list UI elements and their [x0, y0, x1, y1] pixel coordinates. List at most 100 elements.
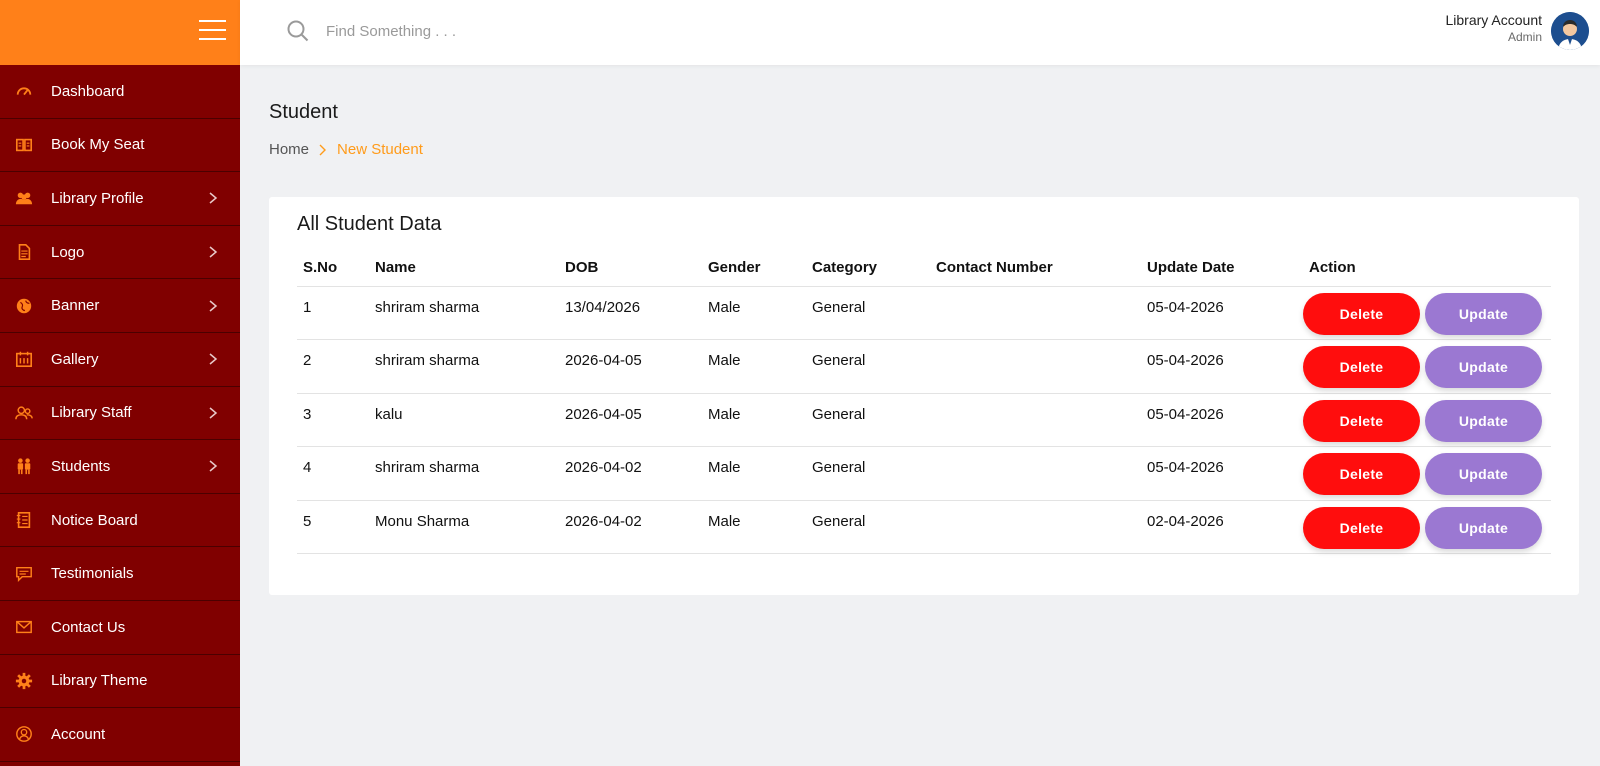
- table-row: 5 Monu Sharma 2026-04-02 Male General 02…: [297, 500, 1551, 554]
- account-icon: [14, 724, 34, 744]
- sidebar-item-label: Book My Seat: [51, 136, 145, 154]
- cell-actions: Delete Update: [1303, 339, 1551, 394]
- student-table: S.No Name DOB Gender Category Contact Nu…: [297, 249, 1551, 554]
- cell-gender: Male: [702, 286, 806, 340]
- cell-name: shriram sharma: [369, 286, 559, 340]
- sidebar-item-testimonials[interactable]: Testimonials: [0, 547, 240, 601]
- account-role: Admin: [1507, 30, 1542, 44]
- cell-contact: [930, 339, 1141, 394]
- sidebar-item-notice-board[interactable]: Notice Board: [0, 494, 240, 548]
- update-button[interactable]: Update: [1425, 399, 1542, 442]
- account-info[interactable]: Library Account Admin: [1446, 12, 1543, 46]
- breadcrumb: Home New Student: [269, 141, 423, 158]
- sidebar-item-label: Library Staff: [51, 404, 132, 422]
- sidebar-item-book-my-seat[interactable]: Book My Seat: [0, 119, 240, 173]
- delete-button[interactable]: Delete: [1303, 399, 1420, 442]
- chevron-right-icon: [319, 144, 327, 156]
- cell-category: General: [806, 286, 930, 340]
- chevron-right-icon: [208, 407, 218, 419]
- cell-update-date: 02-04-2026: [1141, 500, 1303, 554]
- sidebar-item-dashboard[interactable]: Dashboard: [0, 65, 240, 119]
- sidebar-item-library-profile[interactable]: Library Profile: [0, 172, 240, 226]
- sidebar-item-library-staff[interactable]: Library Staff: [0, 387, 240, 441]
- column-header-name: Name: [369, 249, 559, 287]
- sidebar-item-contact-us[interactable]: Contact Us: [0, 601, 240, 655]
- delete-button[interactable]: Delete: [1303, 506, 1420, 549]
- sidebar-item-students[interactable]: Students: [0, 440, 240, 494]
- cell-dob: 2026-04-05: [559, 339, 702, 394]
- cell-name: Monu Sharma: [369, 500, 559, 554]
- students-icon: [14, 456, 34, 476]
- sidebar-header: [0, 0, 240, 65]
- card-title: All Student Data: [297, 213, 442, 235]
- staff-icon: [14, 403, 34, 423]
- update-button[interactable]: Update: [1425, 346, 1542, 388]
- chevron-right-icon: [208, 192, 218, 205]
- notebook-icon: [14, 510, 34, 530]
- table-header-row: S.No Name DOB Gender Category Contact Nu…: [297, 249, 1551, 287]
- search-icon[interactable]: [286, 19, 310, 43]
- file-icon: [14, 242, 34, 262]
- cell-contact: [930, 286, 1141, 340]
- cell-category: General: [806, 446, 930, 501]
- sidebar-item-banner[interactable]: Banner: [0, 279, 240, 333]
- delete-button[interactable]: Delete: [1303, 346, 1420, 388]
- sidebar-item-account[interactable]: Account: [0, 708, 240, 762]
- cell-name: shriram sharma: [369, 446, 559, 501]
- cell-name: kalu: [369, 393, 559, 447]
- cell-dob: 13/04/2026: [559, 286, 702, 340]
- mail-icon: [14, 617, 34, 637]
- sidebar-item-label: Students: [51, 457, 111, 475]
- sidebar-item-label: Banner: [51, 297, 100, 315]
- chat-icon: [14, 564, 34, 584]
- column-header-action: Action: [1303, 249, 1551, 287]
- cell-update-date: 05-04-2026: [1141, 393, 1303, 447]
- sidebar-item-label: Gallery: [51, 350, 99, 368]
- sidebar-item-library-theme[interactable]: Library Theme: [0, 655, 240, 709]
- sidebar-item-label: Account: [51, 725, 106, 743]
- cell-actions: Delete Update: [1303, 393, 1551, 447]
- cell-update-date: 05-04-2026: [1141, 339, 1303, 394]
- delete-button[interactable]: Delete: [1303, 292, 1420, 335]
- cell-sno: 4: [297, 446, 369, 501]
- delete-button[interactable]: Delete: [1303, 453, 1420, 495]
- gear-icon: [14, 671, 34, 691]
- cell-dob: 2026-04-02: [559, 446, 702, 501]
- column-header-dob: DOB: [559, 249, 702, 287]
- chevron-right-icon: [208, 246, 218, 258]
- cell-contact: [930, 446, 1141, 501]
- column-header-gender: Gender: [702, 249, 806, 287]
- cell-gender: Male: [702, 393, 806, 447]
- column-header-category: Category: [806, 249, 930, 287]
- update-button[interactable]: Update: [1425, 506, 1542, 549]
- cell-category: General: [806, 393, 930, 447]
- column-header-sno: S.No: [297, 249, 369, 287]
- cell-update-date: 05-04-2026: [1141, 286, 1303, 340]
- cell-sno: 1: [297, 286, 369, 340]
- globe-icon: [14, 296, 34, 316]
- chevron-right-icon: [208, 300, 218, 312]
- sidebar-item-label: Testimonials: [51, 565, 134, 583]
- sidebar-item-logo[interactable]: Logo: [0, 226, 240, 280]
- update-button[interactable]: Update: [1425, 453, 1542, 495]
- sidebar-item-label: Library Theme: [51, 672, 148, 690]
- sidebar: Dashboard Book My Seat Library Profile L…: [0, 0, 240, 766]
- breadcrumb-home[interactable]: Home: [269, 141, 309, 158]
- update-button[interactable]: Update: [1425, 292, 1542, 335]
- account-name: Library Account: [1445, 12, 1543, 28]
- avatar[interactable]: [1551, 12, 1589, 50]
- sidebar-item-label: Notice Board: [51, 511, 138, 529]
- chevron-right-icon: [208, 353, 218, 365]
- users-icon: [14, 188, 34, 208]
- cell-actions: Delete Update: [1303, 286, 1551, 340]
- table-row: 1 shriram sharma 13/04/2026 Male General…: [297, 286, 1551, 340]
- search-input[interactable]: [326, 18, 626, 44]
- chevron-right-icon: [208, 460, 218, 473]
- sidebar-item-label: Contact Us: [51, 618, 126, 636]
- cell-category: General: [806, 339, 930, 394]
- table-row: 2 shriram sharma 2026-04-05 Male General…: [297, 339, 1551, 394]
- hamburger-menu-icon[interactable]: [199, 20, 226, 42]
- breadcrumb-current: New Student: [337, 141, 423, 158]
- cell-name: shriram sharma: [369, 339, 559, 394]
- sidebar-item-gallery[interactable]: Gallery: [0, 333, 240, 387]
